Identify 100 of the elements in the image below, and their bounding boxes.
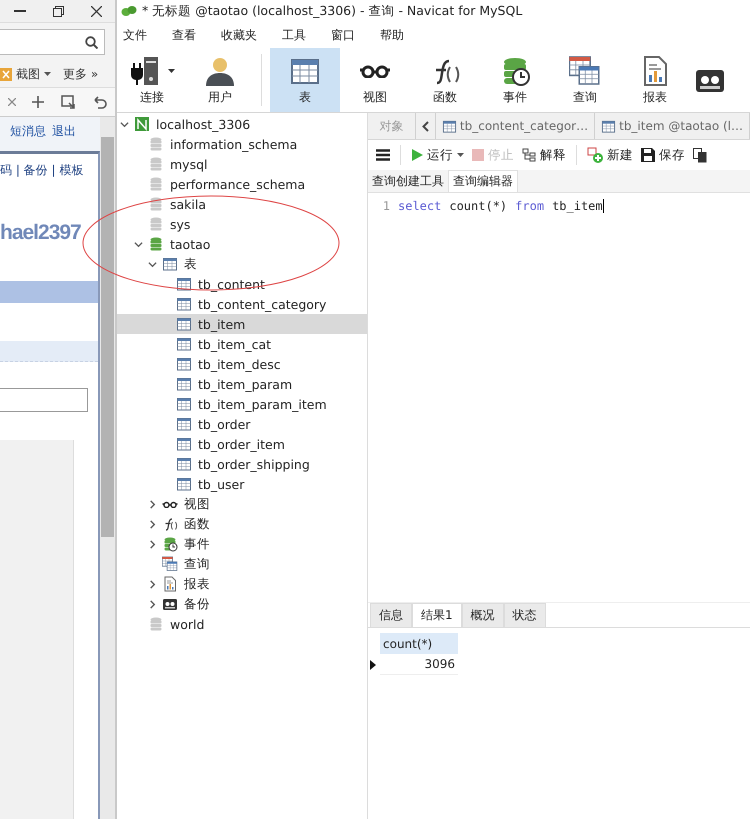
tree-item[interactable]: tb_item_desc bbox=[117, 354, 367, 374]
toolbar-button[interactable]: 用户 bbox=[187, 48, 253, 112]
table-icon bbox=[176, 436, 192, 452]
tree-item[interactable]: tb_item_param_item bbox=[117, 394, 367, 414]
toolbar-button[interactable]: 事件 bbox=[480, 48, 550, 112]
menu-item[interactable]: 文件 bbox=[123, 26, 147, 44]
screenshot-button[interactable]: 截图 bbox=[16, 66, 40, 82]
run-button[interactable]: 运行 bbox=[411, 146, 464, 164]
tree-item[interactable]: tb_content bbox=[117, 274, 367, 294]
database-icon bbox=[148, 136, 164, 152]
chevron-right-icon[interactable] bbox=[148, 600, 157, 608]
glasses-icon bbox=[359, 64, 391, 78]
close-icon[interactable] bbox=[90, 6, 102, 16]
table-icon bbox=[176, 356, 192, 372]
undo-icon[interactable] bbox=[92, 95, 107, 109]
new-button[interactable]: 新建 bbox=[587, 146, 633, 164]
tree-item[interactable]: tb_content_category bbox=[117, 294, 367, 314]
tree-item[interactable]: tb_order_item bbox=[117, 434, 367, 454]
new-icon bbox=[587, 147, 603, 163]
tree-item[interactable]: tb_order_shipping bbox=[117, 454, 367, 474]
minimize-icon[interactable] bbox=[14, 10, 26, 12]
menu-item[interactable]: 工具 bbox=[282, 26, 306, 44]
tree-item[interactable]: tb_item bbox=[117, 314, 367, 334]
tree-item[interactable]: mysql bbox=[117, 154, 367, 174]
header-link[interactable]: 退出 bbox=[52, 122, 76, 140]
save-button[interactable]: 保存 bbox=[641, 146, 685, 164]
result-tab[interactable]: 概况 bbox=[462, 603, 504, 627]
query-icon bbox=[162, 556, 178, 572]
chevron-right-icon[interactable] bbox=[148, 500, 157, 508]
table-icon bbox=[176, 336, 192, 352]
column-header[interactable]: count(*) bbox=[380, 633, 458, 654]
text-cursor bbox=[602, 198, 604, 212]
tree-item[interactable]: taotao bbox=[117, 234, 367, 254]
scrollbar-thumb[interactable] bbox=[101, 137, 114, 537]
caret-icon[interactable] bbox=[457, 153, 464, 157]
more-button[interactable]: 更多 » bbox=[63, 66, 98, 82]
sql-editor[interactable]: 1 select count(*) from tb_item bbox=[368, 193, 750, 602]
menu-item[interactable]: 帮助 bbox=[380, 26, 404, 44]
window-icon[interactable] bbox=[60, 95, 77, 109]
tree-item[interactable]: sakila bbox=[117, 194, 367, 214]
backup-icon bbox=[162, 596, 178, 612]
tree-item[interactable]: tb_order bbox=[117, 414, 367, 434]
search-field[interactable] bbox=[0, 29, 105, 55]
chevron-right-icon[interactable] bbox=[148, 540, 157, 548]
maximize-icon[interactable] bbox=[52, 6, 64, 16]
toolbar-button[interactable]: 连接 bbox=[117, 48, 187, 112]
table-icon bbox=[176, 396, 192, 412]
toolbar-button[interactable]: 函数 bbox=[410, 48, 480, 112]
chevron-down-icon[interactable] bbox=[148, 260, 157, 268]
tree-item[interactable]: sys bbox=[117, 214, 367, 234]
search-icon[interactable] bbox=[85, 36, 98, 48]
chevron-down-icon[interactable] bbox=[120, 120, 129, 128]
table-cell: 3096 bbox=[380, 654, 458, 675]
tree-item[interactable]: localhost_3306 bbox=[117, 114, 367, 134]
tree-item[interactable]: world bbox=[117, 614, 367, 634]
toolbar-button[interactable]: 报表 bbox=[620, 48, 690, 112]
menu-item[interactable]: 收藏夹 bbox=[221, 26, 257, 44]
toolbar-button[interactable]: 表 bbox=[270, 48, 340, 112]
tree-item[interactable]: 表 bbox=[117, 254, 367, 274]
result-tab[interactable]: 状态 bbox=[504, 603, 546, 627]
chevron-right-icon[interactable] bbox=[148, 580, 157, 588]
tree-item[interactable]: 备份 bbox=[117, 594, 367, 614]
toolbar-button[interactable]: 视图 bbox=[340, 48, 410, 112]
tree-item[interactable]: tb_item_cat bbox=[117, 334, 367, 354]
scrollbar[interactable] bbox=[100, 117, 115, 819]
table-icon bbox=[176, 476, 192, 492]
tree-item[interactable]: performance_schema bbox=[117, 174, 367, 194]
explain-button[interactable]: 解释 bbox=[522, 146, 566, 164]
object-tab[interactable]: tb_content_categor… bbox=[436, 113, 596, 139]
database-icon bbox=[148, 156, 164, 172]
text-input[interactable] bbox=[0, 388, 88, 412]
tree-item[interactable]: 查询 bbox=[117, 554, 367, 574]
database-icon bbox=[148, 616, 164, 632]
chevron-down-icon[interactable] bbox=[134, 240, 143, 248]
result-tab[interactable]: 信息 bbox=[370, 603, 412, 627]
copy-button[interactable] bbox=[693, 148, 707, 162]
tree-item[interactable]: 报表 bbox=[117, 574, 367, 594]
menu-item[interactable]: 窗口 bbox=[331, 26, 355, 44]
chevron-right-icon[interactable] bbox=[148, 520, 157, 528]
database-icon bbox=[148, 196, 164, 212]
menu-button[interactable] bbox=[376, 149, 390, 161]
tree-item[interactable]: tb_user bbox=[117, 474, 367, 494]
object-tab[interactable]: tb_item @taotao (l… bbox=[595, 113, 750, 139]
tree-item[interactable]: information_schema bbox=[117, 134, 367, 154]
app-logo-icon bbox=[121, 4, 137, 18]
editor-tab[interactable]: 查询编辑器 bbox=[448, 170, 518, 192]
tree-item[interactable]: tb_item_param bbox=[117, 374, 367, 394]
table-icon bbox=[176, 276, 192, 292]
toolbar-button[interactable]: 查询 bbox=[550, 48, 620, 112]
result-tab[interactable]: 结果1 bbox=[412, 603, 462, 627]
tree-item[interactable]: 事件 bbox=[117, 534, 367, 554]
header-link[interactable]: 短消息 bbox=[10, 122, 46, 140]
caret-icon[interactable] bbox=[168, 68, 174, 72]
stop-icon bbox=[472, 149, 484, 161]
tree-item[interactable]: 函数 bbox=[117, 514, 367, 534]
tree-item[interactable]: 视图 bbox=[117, 494, 367, 514]
caret-icon[interactable] bbox=[44, 72, 51, 76]
plus-icon[interactable] bbox=[32, 96, 44, 108]
menu-item[interactable]: 查看 bbox=[172, 26, 196, 44]
editor-tab[interactable]: 查询创建工具 bbox=[368, 171, 448, 192]
